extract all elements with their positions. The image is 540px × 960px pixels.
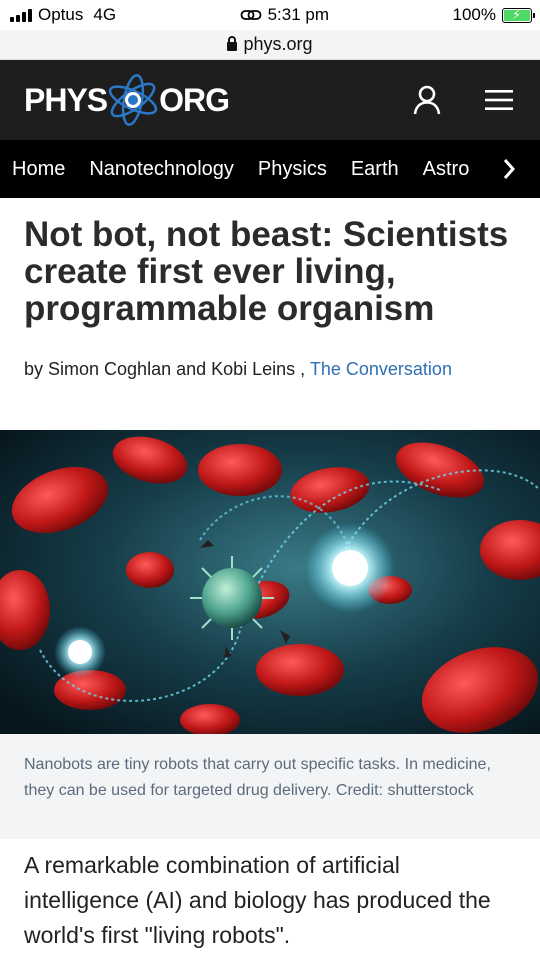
site-header: PHYS ORG [0,60,540,140]
status-bar: Optus 4G 5:31 pm 100% ⚡ [0,0,540,30]
nanobot-illustration [0,430,540,734]
site-logo[interactable]: PHYS ORG [24,72,230,128]
network-type: 4G [93,5,117,24]
hamburger-menu-icon [485,90,513,110]
link-icon [240,10,261,20]
image-caption-text: Nanobots are tiny robots that carry out … [24,756,491,799]
url-text[interactable]: phys.org [243,34,312,55]
address-bar[interactable]: phys.org [0,30,540,60]
nav-item-home[interactable]: Home [12,158,65,181]
logo-text-left: PHYS [24,81,108,118]
status-left: Optus 4G [10,5,116,25]
status-time: 5:31 pm [267,5,329,24]
nav-item-earth[interactable]: Earth [351,158,399,181]
nav-item-nanotechnology[interactable]: Nanotechnology [89,158,234,181]
lock-icon [227,35,238,53]
category-nav: Home Nanotechnology Physics Earth Astro [0,140,540,198]
byline-source-link[interactable]: The Conversation [310,359,452,379]
chevron-right-icon [503,159,516,179]
logo-text-right: ORG [159,81,230,118]
header-actions [412,60,514,140]
atom-logo-icon [108,74,158,126]
carrier-name: Optus [38,5,84,24]
nav-scroll-button[interactable] [478,140,540,198]
status-right: 100% ⚡ [452,5,535,25]
article-body-paragraph: A remarkable combination of artificial i… [24,852,491,948]
nav-items: Home Nanotechnology Physics Earth Astro [0,158,469,181]
battery-icon: ⚡ [502,7,535,23]
nav-item-physics[interactable]: Physics [258,158,327,181]
article-title: Not bot, not beast: Scientists create fi… [24,215,509,328]
user-icon [413,85,441,115]
image-caption: Nanobots are tiny robots that carry out … [0,734,540,839]
article-hero-image [0,430,540,734]
article-header: Not bot, not beast: Scientists create fi… [0,198,540,380]
byline-authors: by Simon Coghlan and Kobi Leins , [24,359,306,379]
battery-percent: 100% [452,5,496,24]
nav-item-astronomy[interactable]: Astro [423,158,470,181]
byline: by Simon Coghlan and Kobi Leins , The Co… [24,359,516,380]
menu-button[interactable] [484,85,514,115]
signal-strength-icon [10,8,32,22]
status-center: 5:31 pm [240,5,329,25]
account-button[interactable] [412,85,442,115]
